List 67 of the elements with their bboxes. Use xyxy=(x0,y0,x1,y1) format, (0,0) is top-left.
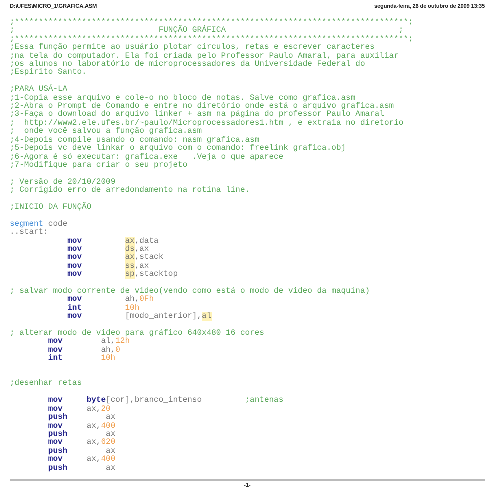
instruction-operands: ax xyxy=(106,448,116,456)
comment-line: ; onde você salvou a função grafica.asm xyxy=(10,128,202,136)
instruction-mnemonic: mov xyxy=(48,338,64,347)
instruction-mnemonic: push xyxy=(48,448,69,456)
instruction-mnemonic: mov xyxy=(68,262,84,272)
instruction-mnemonic: mov xyxy=(68,271,84,280)
instruction-mnemonic: mov xyxy=(68,296,84,304)
instruction-operands: al,12h xyxy=(101,338,130,346)
instruction-operands: ax,400 xyxy=(86,422,116,431)
instruction-operands: ah,0 xyxy=(101,346,120,355)
instruction-operands: ss,ax xyxy=(125,262,150,271)
comment-line: ;Essa função permite ao usuário plotar circulos, retas e escrever caracteres xyxy=(10,44,375,52)
instruction-operands: sp,stacktop xyxy=(125,271,178,280)
instruction-mnemonic: push xyxy=(48,430,69,440)
instruction-mnemonic: push xyxy=(48,414,69,422)
comment-line: ;1-Copia esse arquivo e cole-o no bloco de notas. Salve como grafica.asm xyxy=(10,94,356,103)
instruction-operands: ax,400 xyxy=(86,456,116,465)
instruction-mnemonic: mov xyxy=(68,313,84,322)
comment-line: ;Espirito Santo. xyxy=(10,69,87,78)
comment-line: ;PARA USÁ-LA xyxy=(10,86,68,94)
instruction-operands: ax xyxy=(106,430,116,439)
inline-comment: ;antenas xyxy=(245,397,284,406)
instruction-operands: ds,ax xyxy=(125,246,150,254)
comment-line: ; Corrigido erro de arredondamento na rotina line. xyxy=(10,187,250,196)
instruction-mnemonic: mov xyxy=(48,456,63,464)
instruction-operands: ax xyxy=(106,414,116,422)
comment-line: ;desenhar retas xyxy=(10,380,82,389)
comment-line: ;na tela do computador. Ela foi criada pelo Professor Paulo Amaral, para auxiliar xyxy=(10,52,399,61)
comment-line: ;**********************************************************************************; xyxy=(10,36,414,44)
instruction-mnemonic: mov xyxy=(48,397,64,406)
instruction-operands: 10h xyxy=(101,355,116,364)
instruction-mnemonic: int xyxy=(48,355,64,364)
comment-line: ; http://www2.ele.ufes.br/~paulo/Microprocessadores1.htm , e extraia no diretorio xyxy=(10,120,404,128)
instruction-operands: ax,620 xyxy=(86,439,116,448)
comment-line: ; salvar modo corrente de video(vendo como está o modo de video da maquina) xyxy=(10,288,370,296)
code-label: ..start: xyxy=(10,229,48,238)
comment-line: ; Versão de 20/10/2009 xyxy=(10,178,116,187)
comment-line: ;os alunos no laboratório de microprocessadores da Universidade Federal do xyxy=(10,61,366,70)
comment-line: ;**********************************************************************************; xyxy=(10,19,414,27)
instruction-operands: 10h xyxy=(125,304,140,313)
instruction-operands: ax,data xyxy=(125,238,159,246)
instruction-mnemonic: int xyxy=(68,304,84,314)
instruction-mnemonic: mov xyxy=(68,238,84,246)
instruction-mnemonic: mov xyxy=(68,254,84,263)
instruction-mnemonic: mov xyxy=(48,422,63,430)
comment-line: ;3-Faça o download do arquivo linker + asm na página do professor Paulo Amaral xyxy=(10,111,384,120)
comment-line: ; FUNÇÃO GRÁFICA ; xyxy=(10,27,404,36)
instruction-mnemonic: push xyxy=(48,464,69,473)
instruction-operands: ax,stack xyxy=(125,254,164,263)
instruction-mnemonic: mov xyxy=(48,346,64,355)
instruction-operands: byte[cor],branco_intenso xyxy=(86,397,202,406)
comment-line: ;2-Abra o Prompt de Comando e entre no diretório onde está o arquivo grafica.asm xyxy=(10,103,394,112)
comment-line: ;6-Agora é só executar: grafica.exe .Veja o que aparece xyxy=(10,154,284,162)
instruction-mnemonic: mov xyxy=(68,246,84,254)
instruction-operands: ah,0Fh xyxy=(125,296,154,304)
instruction-mnemonic: mov xyxy=(48,439,63,448)
comment-line: ;7-Modifique para criar o seu projeto xyxy=(10,162,188,170)
comment-line: ;4-Depois compile usando o comando: nasm grafica.asm xyxy=(10,136,260,145)
comment-line: ;INICIO DA FUNÇÃO xyxy=(10,204,92,212)
instruction-operands: ax xyxy=(106,464,116,473)
instruction-operands: [modo_anterior],al xyxy=(125,313,212,322)
comment-line: ; alterar modo de video para gráfico 640x480 16 cores xyxy=(10,330,264,338)
directive-keyword: segment xyxy=(10,220,44,229)
instruction-mnemonic: mov xyxy=(48,406,63,414)
comment-line: ;5-Depois vc deve linkar o arquivo com o comando: freelink grafica.obj xyxy=(10,145,346,154)
directive-operand: code xyxy=(48,220,68,230)
instruction-operands: ax,20 xyxy=(86,406,111,414)
